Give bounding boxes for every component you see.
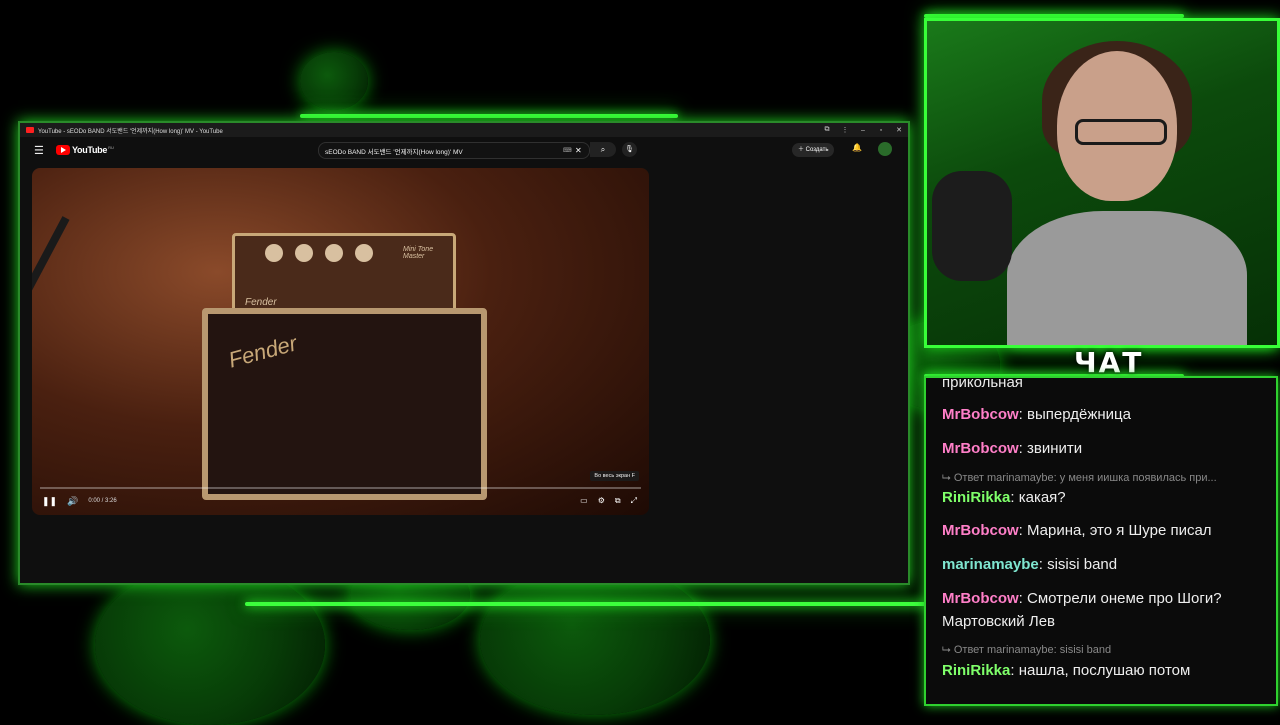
microphone: [932, 171, 1012, 281]
search-box[interactable]: sEODo BAND 서도밴드 '언제까지(How long)' MV ⌨ ✕: [318, 142, 590, 159]
chat-reply: ⮡ Ответ marinamaybe: у меня иишка появил…: [942, 472, 1217, 484]
chat-message: MrBobcow: звинити: [942, 440, 1083, 457]
chat-continuation: Мартовский Лев: [942, 613, 1056, 630]
chat-message: MrBobcow: Марина, это я Шуре писал: [942, 522, 1212, 539]
chat-username[interactable]: MrBobcow: [942, 406, 1019, 423]
volume-icon[interactable]: 🔊: [67, 496, 78, 507]
chat-reply-text: Ответ marinamaybe: sisisi band: [953, 644, 1112, 656]
chat-cut-message: прикольная: [942, 376, 1023, 391]
glasses: [1075, 119, 1167, 145]
youtube-favicon-icon: [26, 127, 34, 133]
chat-message: RiniRikka: какая?: [942, 489, 1066, 506]
chat-title: ЧАТ: [1074, 346, 1144, 379]
chat-username[interactable]: MrBobcow: [942, 590, 1019, 607]
chat-text: какая?: [1018, 489, 1066, 506]
streamer: [1007, 41, 1247, 345]
keyboard-icon[interactable]: ⌨: [563, 147, 575, 154]
search-button[interactable]: ⌕: [590, 142, 616, 157]
amp-head: Mini Tone Master Fender: [232, 233, 456, 319]
neon-line: [245, 602, 935, 606]
chat-message: MrBobcow: выпердёжница: [942, 406, 1131, 423]
chat-message: marinamaybe: sisisi band: [942, 556, 1118, 573]
chat-username[interactable]: RiniRikka: [942, 489, 1010, 506]
search-input[interactable]: sEODo BAND 서도밴드 '언제까지(How long)' MV: [319, 146, 563, 156]
browser-title: YouTube - sEODo BAND 서도밴드 '언제까지(How long…: [38, 128, 223, 135]
chat-text: Смотрели онеме про Шоги?: [1027, 590, 1222, 607]
chat-message: RiniRikka: нашла, послушаю потом: [942, 662, 1191, 679]
chat-panel: прикольная MrBobcow: выпердёжница MrBobc…: [924, 376, 1278, 706]
amp-knob: [325, 244, 343, 262]
extensions-icon[interactable]: ⧉: [818, 126, 836, 134]
amp-knob: [265, 244, 283, 262]
video-player[interactable]: Mini Tone Master Fender Fender Во весь э…: [32, 168, 649, 515]
amp-head-brand: Fender: [245, 297, 277, 308]
microphone-icon[interactable]: 🎙: [622, 142, 637, 157]
create-button[interactable]: ＋ Создать: [792, 143, 835, 157]
neon-line: [300, 114, 678, 118]
maximize-button[interactable]: ▫: [872, 127, 890, 134]
clear-search-icon[interactable]: ✕: [575, 146, 589, 155]
chat-username[interactable]: marinamaybe: [942, 556, 1039, 573]
notifications-bell-icon[interactable]: 🔔: [852, 143, 862, 152]
region-code: RU: [108, 144, 114, 150]
subtitles-icon[interactable]: ▭: [580, 496, 588, 506]
guitar-cable: [32, 216, 70, 468]
chat-username[interactable]: RiniRikka: [942, 662, 1010, 679]
youtube-header: ☰ YouTube RU sEODo BAND 서도밴드 '언제까지(How l…: [20, 137, 908, 163]
create-label: Создать: [805, 147, 829, 153]
player-controls: ❚❚ 🔊 0:00 / 3:26 ▭ ⚙ ⧉ ⤢: [32, 487, 649, 515]
chat-text: выпердёжница: [1027, 406, 1131, 423]
chat-reply: ⮡ Ответ marinamaybe: sisisi band: [942, 644, 1112, 656]
browser-menu-icon[interactable]: ⋮: [836, 126, 854, 134]
amp-knob: [355, 244, 373, 262]
chat-reply-text: Ответ marinamaybe: у меня иишка появилас…: [953, 472, 1217, 484]
browser-window: YouTube - sEODo BAND 서도밴드 '언제까지(How long…: [18, 121, 910, 585]
chat-username[interactable]: MrBobcow: [942, 522, 1019, 539]
minimize-button[interactable]: –: [854, 127, 872, 134]
chat-text: звинити: [1027, 440, 1083, 457]
hamburger-menu-icon[interactable]: ☰: [34, 144, 48, 157]
streamer-shirt: [1007, 211, 1247, 345]
chat-text: sisisi band: [1047, 556, 1118, 573]
bg-blob: [95, 565, 325, 725]
amp-knob: [295, 244, 313, 262]
bg-blob: [300, 52, 368, 110]
avatar[interactable]: [878, 142, 892, 156]
chat-message: MrBobcow: Смотрели онеме про Шоги?: [942, 590, 1222, 607]
fullscreen-tooltip: Во весь экран F: [590, 471, 639, 481]
amp-model-label: Mini Tone Master: [403, 246, 434, 260]
bg-blob: [480, 565, 710, 715]
youtube-play-icon: [56, 145, 70, 155]
webcam-feed: [924, 18, 1280, 348]
time-display: 0:00 / 3:26: [88, 498, 117, 504]
miniplayer-icon[interactable]: ⧉: [615, 496, 621, 506]
amp-cabinet: Fender: [202, 308, 487, 500]
amp-cabinet-brand: Fender: [225, 330, 300, 373]
settings-gear-icon[interactable]: ⚙: [598, 496, 605, 506]
chat-text: Марина, это я Шуре писал: [1027, 522, 1212, 539]
youtube-logo-text: YouTube: [72, 145, 108, 155]
browser-titlebar: YouTube - sEODo BAND 서도밴드 '언제까지(How long…: [20, 123, 908, 137]
close-button[interactable]: ✕: [890, 126, 908, 134]
youtube-logo[interactable]: YouTube RU: [56, 145, 114, 155]
fullscreen-icon[interactable]: ⤢: [631, 496, 637, 506]
chat-username[interactable]: MrBobcow: [942, 440, 1019, 457]
chat-text: нашла, послушаю потом: [1018, 662, 1191, 679]
pause-icon[interactable]: ❚❚: [42, 496, 57, 507]
